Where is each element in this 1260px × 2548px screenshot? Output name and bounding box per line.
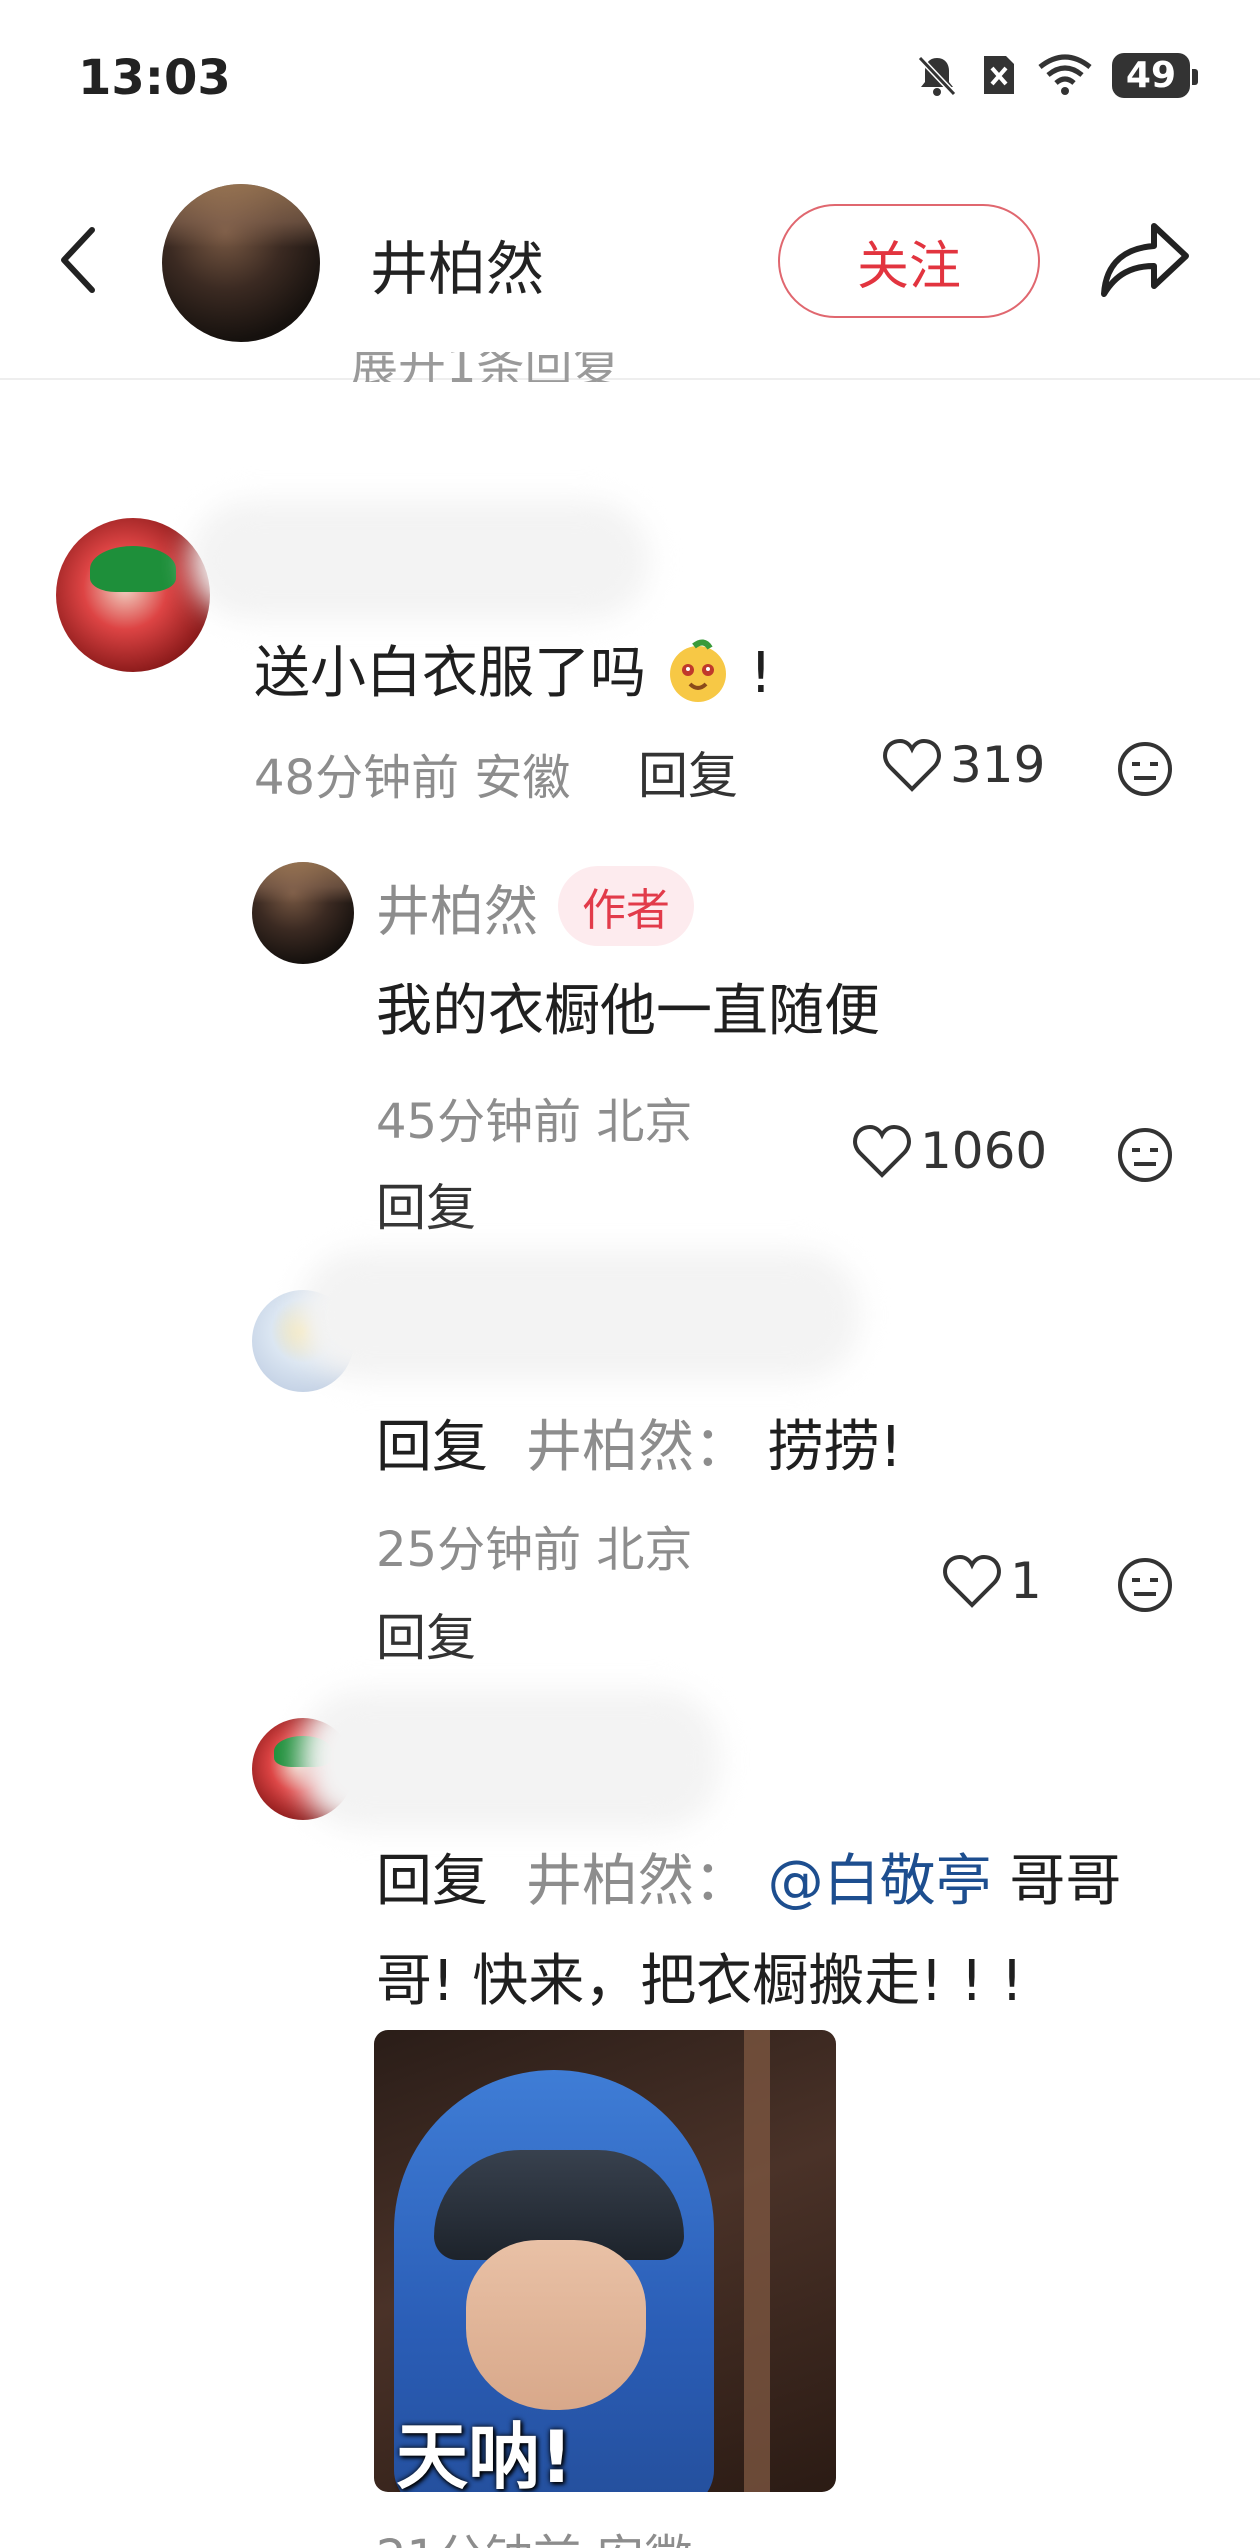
comment-meta: 48分钟前 安徽 [254, 750, 571, 806]
reply-target[interactable]: 井柏然： [526, 1849, 750, 1914]
heart-icon [883, 738, 941, 792]
commenter-avatar[interactable] [56, 518, 210, 672]
reply-avatar[interactable] [252, 862, 354, 964]
reply-body-line1: 哥哥 [991, 1849, 1122, 1914]
dislike-face-icon[interactable] [1116, 1126, 1174, 1184]
reply-meta: 25分钟前 北京 [376, 1522, 693, 1578]
back-arrow-icon[interactable] [48, 210, 108, 310]
reply-image[interactable]: 天呐! [374, 2030, 836, 2492]
comment-text-tail: ! [749, 641, 773, 706]
status-icons: 49 [914, 52, 1199, 98]
reply-text: 我的衣橱他一直随便 [376, 979, 880, 1044]
blurred-username [190, 500, 650, 620]
image-caption: 天呐! [396, 2415, 573, 2492]
like-count: 1 [1010, 1552, 1042, 1610]
battery-indicator: 49 [1111, 52, 1199, 98]
dislike-face-icon[interactable] [1116, 1556, 1174, 1614]
reply-button[interactable]: 回复 [638, 736, 738, 808]
author-avatar[interactable] [162, 184, 320, 342]
blurred-username [300, 1690, 720, 1830]
reply-button[interactable]: 回复 [376, 1598, 476, 1670]
status-time: 13:03 [78, 50, 231, 106]
reply-username[interactable]: 井柏然 [376, 867, 538, 946]
collapsed-replies-link[interactable]: 展开1条回复 [350, 352, 621, 382]
comment-text-main: 送小白衣服了吗 [254, 641, 646, 706]
heart-icon [853, 1124, 911, 1178]
reply-meta-cut: 21分钟前 安徽 [376, 2518, 692, 2548]
author-badge: 作者 [558, 866, 694, 946]
bell-muted-icon [917, 55, 957, 97]
share-icon[interactable] [1096, 216, 1192, 302]
reply-button[interactable]: 回复 [376, 1168, 476, 1240]
comment-text: 送小白衣服了吗 ! [254, 628, 772, 709]
reply-meta: 45分钟前 北京 [376, 1094, 693, 1150]
reply-text: 回复 井柏然： 捞捞! [376, 1402, 902, 1483]
reply-header: 井柏然 作者 [376, 866, 694, 946]
like-count: 319 [950, 736, 1046, 794]
reply-prefix: 回复 [376, 1415, 488, 1480]
reply-meta-label: 21分钟前 安徽 [376, 2530, 692, 2548]
reply-target[interactable]: 井柏然： [526, 1415, 750, 1480]
reply-body: 捞捞! [767, 1415, 903, 1480]
like-button[interactable]: 1060 [852, 1122, 1047, 1180]
background-pole [744, 2030, 770, 2492]
wifi-icon [1038, 54, 1092, 95]
follow-button[interactable]: 关注 [778, 204, 1040, 318]
heart-icon [943, 1554, 1001, 1608]
like-button[interactable]: 1 [942, 1552, 1042, 1610]
mango-sticker-icon [669, 639, 726, 702]
reply-text: 回复 井柏然： @白敬亭 哥哥 哥! 快来，把衣橱搬走! ! ! [376, 1832, 1216, 2032]
reply-prefix: 回复 [376, 1849, 488, 1914]
reply-body-line2: 哥! 快来，把衣橱搬走! ! ! [376, 1949, 1024, 2014]
blurred-username [300, 1250, 860, 1380]
like-count: 1060 [920, 1122, 1048, 1180]
like-button[interactable]: 319 [882, 736, 1045, 794]
collapsed-replies-label[interactable]: 展开1条回复 [350, 352, 621, 382]
header-author-name[interactable]: 井柏然 [370, 222, 544, 306]
no-sim-icon [983, 56, 1014, 94]
dislike-face-icon[interactable] [1116, 740, 1174, 798]
mention-link[interactable]: @白敬亭 [768, 1849, 992, 1914]
face [466, 2240, 646, 2410]
